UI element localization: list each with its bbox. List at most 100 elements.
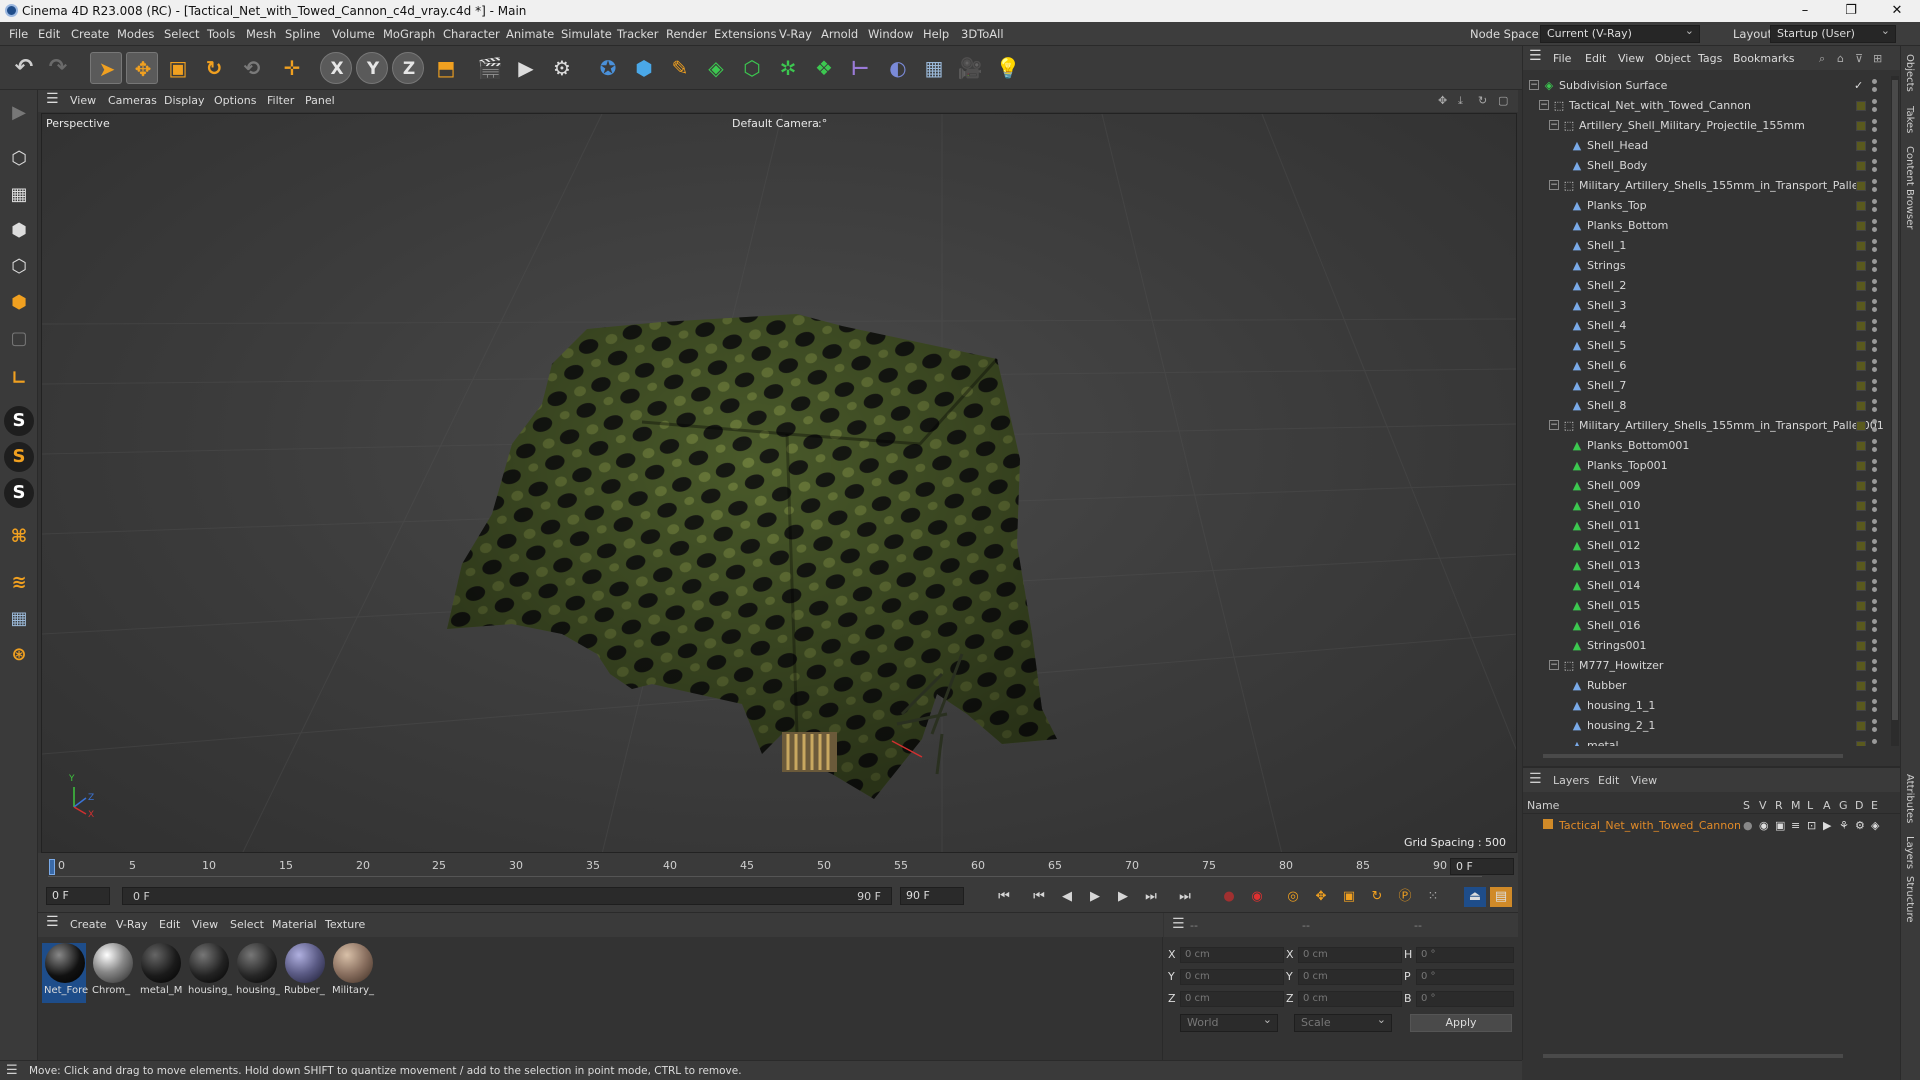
polygons-mode-icon[interactable]: ⬢ — [4, 288, 34, 318]
workplane-icon[interactable]: ≋ — [4, 568, 34, 598]
position-y-field[interactable]: 0 cm — [1180, 969, 1284, 985]
object-row[interactable]: ▲ Shell_012 — [1523, 536, 1901, 556]
magnet-icon[interactable]: ⌘ — [4, 522, 34, 552]
object-row[interactable]: ▲ Shell_6 — [1523, 356, 1901, 376]
object-row[interactable]: ▲ Shell_014 — [1523, 576, 1901, 596]
rotation-h-field[interactable]: 0 ° — [1416, 947, 1514, 963]
grid-icon[interactable]: ▦ — [4, 604, 34, 634]
render-visibility-dot[interactable] — [1872, 447, 1877, 452]
layer-color-swatch[interactable] — [1856, 661, 1866, 671]
layer-color-swatch[interactable] — [1856, 441, 1866, 451]
close-button[interactable]: ✕ — [1874, 0, 1920, 22]
key-rotation-icon[interactable]: ↻ — [1366, 887, 1388, 907]
menu-vray[interactable]: V-Ray — [779, 27, 812, 41]
menu-3dtoall[interactable]: 3DToAll — [961, 27, 1004, 41]
redo-icon[interactable]: ↷ — [42, 52, 74, 84]
pen-icon[interactable]: ✎ — [664, 52, 696, 84]
tab-layers[interactable]: Layers — [1904, 836, 1915, 869]
edit-mode-icon[interactable]: ▶ — [4, 98, 34, 128]
object-name[interactable]: Shell_7 — [1587, 379, 1626, 392]
object-row[interactable]: ▲ housing_2_1 — [1523, 716, 1901, 736]
object-row[interactable]: − ⬚ Military_Artillery_Shells_155mm_in_Tra… — [1523, 176, 1901, 196]
y-axis-icon[interactable]: Y — [356, 52, 388, 84]
editor-visibility-dot[interactable] — [1872, 259, 1877, 264]
menu-arnold[interactable]: Arnold — [821, 27, 858, 41]
previous-frame-icon[interactable]: ◀ — [1056, 887, 1078, 907]
render-visibility-dot[interactable] — [1872, 427, 1877, 432]
position-x-field[interactable]: 0 cm — [1180, 947, 1284, 963]
layer-manager-icon[interactable]: ≡ — [1791, 819, 1800, 832]
key-param-icon[interactable]: Ⓟ — [1394, 887, 1416, 907]
hamburger-icon[interactable]: ☰ — [46, 914, 59, 930]
editor-visibility-dot[interactable] — [1872, 359, 1877, 364]
object-name[interactable]: metal — [1587, 739, 1619, 746]
layer-render-icon[interactable]: ▣ — [1775, 819, 1785, 832]
new-window-icon[interactable]: ⊞ — [1873, 52, 1882, 65]
object-menu-object[interactable]: Object — [1655, 52, 1691, 65]
material-swatch[interactable]: Chrom_ — [90, 943, 134, 1003]
editor-visibility-dot[interactable] — [1872, 139, 1877, 144]
layout-dropdown[interactable]: Startup (User) — [1770, 25, 1896, 43]
expand-toggle-icon[interactable]: − — [1549, 420, 1559, 430]
end-frame-field[interactable]: 90 F — [900, 887, 964, 905]
object-name[interactable]: Shell_014 — [1587, 579, 1640, 592]
tab-structure[interactable]: Structure — [1904, 876, 1915, 923]
render-visibility-dot[interactable] — [1872, 167, 1877, 172]
object-name[interactable]: Shell_4 — [1587, 319, 1626, 332]
render-visibility-dot[interactable] — [1872, 707, 1877, 712]
object-name[interactable]: Shell_2 — [1587, 279, 1626, 292]
menu-help[interactable]: Help — [923, 27, 949, 41]
object-name[interactable]: Rubber — [1587, 679, 1626, 692]
x-axis-icon[interactable]: X — [320, 52, 352, 84]
subdivision-icon[interactable]: ◈ — [700, 52, 732, 84]
render-visibility-dot[interactable] — [1872, 367, 1877, 372]
editor-visibility-dot[interactable] — [1872, 179, 1877, 184]
object-name[interactable]: housing_1_1 — [1587, 699, 1655, 712]
menu-select[interactable]: Select — [164, 27, 199, 41]
hamburger-icon[interactable]: ☰ — [46, 91, 59, 107]
object-name[interactable]: Shell_011 — [1587, 519, 1640, 532]
material-menu-vray[interactable]: V-Ray — [116, 918, 148, 931]
cloner-icon[interactable]: ✲ — [772, 52, 804, 84]
object-row[interactable]: − ⬚ Artillery_Shell_Military_Projectile_15… — [1523, 116, 1901, 136]
cube-icon[interactable]: ⬢ — [628, 52, 660, 84]
render-visibility-dot[interactable] — [1872, 627, 1877, 632]
menu-render[interactable]: Render — [666, 27, 707, 41]
layer-color-swatch[interactable] — [1856, 461, 1866, 471]
layer-deformer-icon[interactable]: ⚙ — [1855, 819, 1865, 832]
render-visibility-dot[interactable] — [1872, 227, 1877, 232]
render-visibility-dot[interactable] — [1872, 587, 1877, 592]
key-scale-icon[interactable]: ▣ — [1338, 887, 1360, 907]
object-row[interactable]: − ◈ Subdivision Surface ✓ — [1523, 76, 1901, 96]
keyframe-selection-icon[interactable]: ◎ — [1282, 887, 1304, 907]
layer-lock-icon[interactable]: ⊡ — [1807, 819, 1816, 832]
menu-file[interactable]: File — [9, 27, 28, 41]
render-visibility-dot[interactable] — [1872, 607, 1877, 612]
object-row[interactable]: ▲ Strings001 — [1523, 636, 1901, 656]
enabled-check-icon[interactable]: ✓ — [1854, 79, 1863, 92]
render-visibility-dot[interactable] — [1872, 487, 1877, 492]
start-frame-field[interactable]: 0 F — [46, 887, 110, 905]
material-swatch[interactable]: Military_ — [330, 943, 374, 1003]
layer-color-swatch[interactable] — [1856, 521, 1866, 531]
material-menu-create[interactable]: Create — [70, 918, 107, 931]
menu-tools[interactable]: Tools — [207, 27, 235, 41]
menu-mesh[interactable]: Mesh — [246, 27, 276, 41]
record-icon[interactable]: ● — [1218, 887, 1240, 907]
viewport-menu-cameras[interactable]: Cameras — [108, 94, 157, 107]
expand-toggle-icon[interactable]: − — [1549, 660, 1559, 670]
apply-button[interactable]: Apply — [1410, 1014, 1512, 1032]
object-row[interactable]: ▲ Shell_4 — [1523, 316, 1901, 336]
render-visibility-dot[interactable] — [1872, 727, 1877, 732]
world-coords-icon[interactable]: ⬒ — [430, 52, 462, 84]
editor-visibility-dot[interactable] — [1872, 519, 1877, 524]
rotation-b-field[interactable]: 0 ° — [1416, 991, 1514, 1007]
move-icon[interactable]: ✥ — [126, 52, 158, 84]
texture-mode-icon[interactable]: ▦ — [4, 180, 34, 210]
object-name[interactable]: Planks_Top001 — [1587, 459, 1668, 472]
layer-color-swatch[interactable] — [1856, 641, 1866, 651]
expand-toggle-icon[interactable]: − — [1549, 120, 1559, 130]
object-name[interactable]: Shell_009 — [1587, 479, 1640, 492]
object-name[interactable]: Shell_013 — [1587, 559, 1640, 572]
object-row[interactable]: ▲ Shell_2 — [1523, 276, 1901, 296]
